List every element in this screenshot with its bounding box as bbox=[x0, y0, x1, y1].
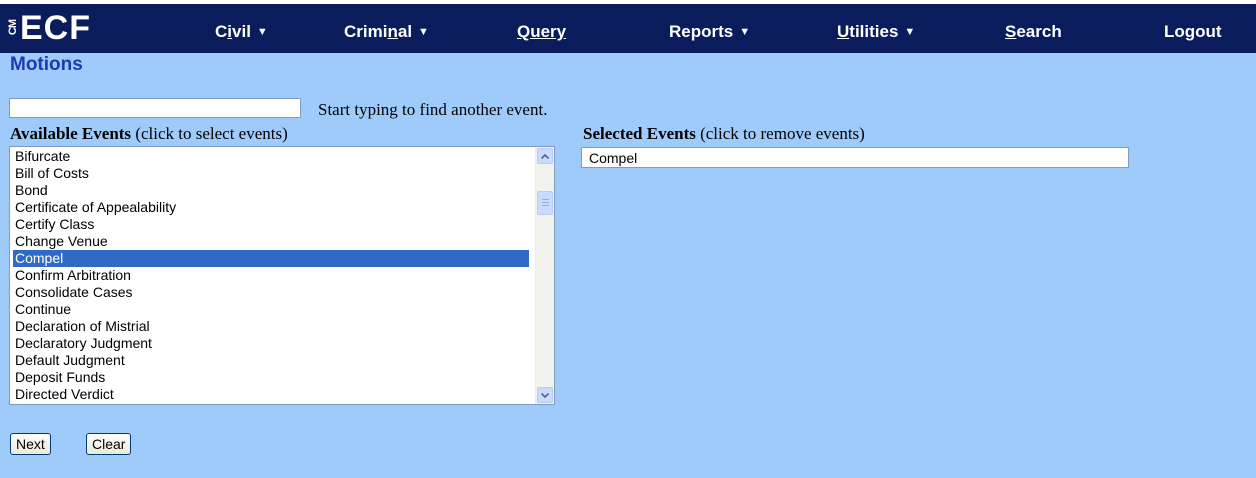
nav-search-link[interactable]: Search bbox=[1005, 22, 1062, 42]
nav-query-link[interactable]: Query bbox=[517, 22, 566, 42]
nav-criminal-menu[interactable]: Criminal ▼ bbox=[344, 22, 429, 42]
available-event-item[interactable]: Declaration of Mistrial bbox=[13, 318, 529, 335]
chevron-down-icon: ▼ bbox=[904, 26, 916, 38]
available-event-item[interactable]: Bill of Costs bbox=[13, 165, 529, 182]
nav-utilities-menu[interactable]: Utilities ▼ bbox=[837, 22, 915, 42]
cmecf-logo: CM ECF bbox=[7, 8, 91, 48]
grip-line-icon bbox=[542, 202, 549, 203]
chevron-down-icon: ▼ bbox=[418, 26, 429, 38]
event-search-input[interactable] bbox=[9, 98, 301, 118]
scroll-up-button[interactable] bbox=[537, 148, 553, 164]
nav-reports-menu[interactable]: Reports ▼ bbox=[669, 22, 750, 42]
grip-line-icon bbox=[542, 205, 549, 206]
available-event-item[interactable]: Deposit Funds bbox=[13, 369, 529, 386]
available-events-header: Available Events (click to select events… bbox=[10, 124, 288, 143]
nav-logout-link[interactable]: Logout bbox=[1164, 22, 1222, 42]
chevron-up-icon bbox=[541, 153, 549, 159]
nav-criminal-label: Criminal bbox=[344, 22, 413, 41]
available-event-item[interactable]: Directed Verdict bbox=[13, 386, 529, 403]
event-search-hint: Start typing to find another event. bbox=[318, 100, 548, 119]
clear-button[interactable]: Clear bbox=[86, 433, 132, 455]
selected-events-list[interactable]: Compel bbox=[581, 147, 1129, 168]
nav-reports-label: Reports bbox=[669, 22, 734, 41]
next-button[interactable]: Next bbox=[10, 433, 51, 455]
available-event-item[interactable]: Bond bbox=[13, 182, 529, 199]
available-event-item[interactable]: Declaratory Judgment bbox=[13, 335, 529, 352]
logo-cm-text: CM bbox=[7, 20, 19, 36]
available-event-item[interactable]: Change Venue bbox=[13, 233, 529, 250]
nav-civil-menu[interactable]: Civil ▼ bbox=[215, 22, 268, 42]
available-event-item[interactable]: Compel bbox=[13, 250, 529, 267]
top-navbar: CM ECF Civil ▼ Criminal ▼ Query Reports ▼ U… bbox=[0, 0, 1256, 53]
nav-civil-label: Civil bbox=[215, 22, 251, 41]
chevron-down-icon bbox=[541, 392, 549, 398]
logo-ecf-text: ECF bbox=[20, 9, 91, 47]
nav-utilities-label: Utilities bbox=[837, 22, 899, 41]
available-event-item[interactable]: Confirm Arbitration bbox=[13, 267, 529, 284]
available-event-item[interactable]: Continue bbox=[13, 301, 529, 318]
available-event-item[interactable]: Default Judgment bbox=[13, 352, 529, 369]
grip-line-icon bbox=[542, 199, 549, 200]
available-events-list[interactable]: Bifurcate Bill of Costs Bond Certificate of… bbox=[9, 146, 555, 405]
available-event-item[interactable]: Certify Class bbox=[13, 216, 529, 233]
selected-events-header: Selected Events (click to remove events) bbox=[583, 124, 865, 143]
available-events-scrollbar[interactable] bbox=[535, 147, 554, 404]
available-events-items: Bifurcate Bill of Costs Bond Certificate of… bbox=[13, 148, 529, 403]
chevron-down-icon: ▼ bbox=[256, 26, 268, 38]
available-event-item[interactable]: Consolidate Cases bbox=[13, 284, 529, 301]
chevron-down-icon: ▼ bbox=[739, 26, 751, 38]
scroll-down-button[interactable] bbox=[537, 387, 553, 403]
available-event-item[interactable]: Bifurcate bbox=[13, 148, 529, 165]
scroll-thumb[interactable] bbox=[537, 191, 553, 215]
selected-event-item[interactable]: Compel bbox=[589, 150, 637, 166]
available-event-item[interactable]: Certificate of Appealability bbox=[13, 199, 529, 216]
page-title: Motions bbox=[10, 54, 83, 75]
